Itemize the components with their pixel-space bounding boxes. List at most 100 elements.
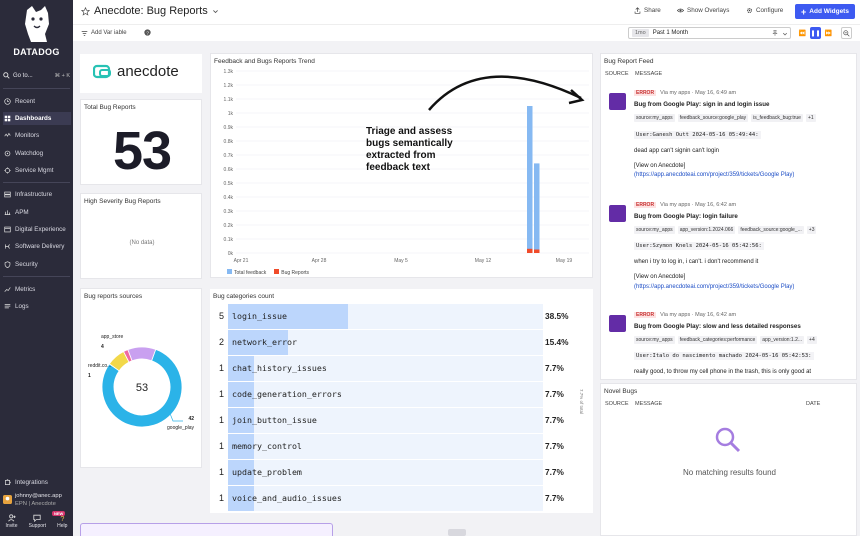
rewind-button[interactable]: ⏪ — [797, 27, 808, 39]
chart-legend: Total feedback Bug Reports — [227, 269, 309, 276]
goto-search[interactable]: Go to... ⌘ + K — [3, 70, 70, 81]
bug-reports-bar[interactable] — [527, 248, 533, 253]
y-tick-label: 0.4k — [224, 195, 234, 201]
help-button[interactable]: ? Help — [57, 514, 67, 536]
feed-item[interactable]: ERROR Via my apps · May 16, 6:42 am Bug f… — [609, 312, 854, 379]
total-feedback-bar[interactable] — [527, 106, 533, 253]
chevron-down-icon[interactable] — [212, 8, 219, 15]
sidebar-item-recent[interactable]: Recent — [3, 95, 71, 108]
category-row[interactable]: 1 voice_and_audio_issues 7.7% — [210, 486, 580, 512]
sidebar-item-label: Metrics — [15, 286, 36, 293]
more-tags[interactable]: +3 — [806, 226, 817, 234]
categories-widget[interactable]: Bug categories count 5 login_issue 38.5% 2 n… — [210, 289, 593, 513]
feed-item[interactable]: ERROR Via my apps · May 16, 6:42 am Bug f… — [609, 202, 854, 302]
x-tick-label: May 12 — [475, 258, 492, 264]
sidebar-item-watchdog[interactable]: Watchdog — [3, 147, 71, 160]
sidebar-item-digital-experience[interactable]: Digital Experience — [3, 223, 71, 236]
invite-button[interactable]: Invite — [6, 514, 17, 536]
total-feedback-bar[interactable] — [534, 163, 540, 253]
tag[interactable]: source:my_apps — [634, 336, 675, 344]
category-row[interactable]: 1 join_button_issue 7.7% — [210, 408, 580, 434]
tag[interactable]: app_version:1.2... — [760, 336, 805, 344]
category-row[interactable]: 2 network_error 15.4% — [210, 330, 580, 356]
time-range-picker[interactable]: 1mo Past 1 Month — [628, 27, 791, 39]
add-widgets-button[interactable]: + Add Widgets — [795, 4, 855, 19]
support-button[interactable]: Support — [28, 514, 47, 536]
sidebar-item-security[interactable]: Security — [3, 258, 71, 271]
total-bugs-value: 53 — [112, 121, 172, 181]
sidebar-item-label: APM — [15, 209, 29, 216]
trend-widget[interactable]: Feedback and Bugs Reports Trend 1.3k 1.2k… — [210, 53, 593, 278]
total-bugs-widget[interactable]: Total Bug Reports 53 — [80, 99, 202, 185]
feed-item-meta: Via my apps · May 16, 6:42 am — [660, 312, 737, 318]
view-link[interactable]: [View on Anecdote] — [634, 274, 685, 280]
add-variable-button[interactable]: Add Var iable — [81, 27, 127, 39]
dashboard-header: Anecdote: Bug Reports Share Show Overlay… — [73, 0, 860, 24]
pie-slice-other[interactable] — [127, 346, 157, 362]
category-name: update_problem — [232, 467, 302, 477]
main-area: Anecdote: Bug Reports Share Show Overlay… — [73, 0, 860, 536]
pause-button[interactable]: ❚❚ — [810, 27, 821, 39]
category-row[interactable]: 1 memory_control 7.7% — [210, 434, 580, 460]
configure-label: Configure — [756, 7, 784, 14]
category-row[interactable]: 1 code_generation_errors 7.7% — [210, 382, 580, 408]
category-row[interactable]: 1 chat_history_issues 7.7% — [210, 356, 580, 382]
category-row[interactable]: 5 login_issue 38.5% — [210, 304, 580, 330]
zoom-button[interactable] — [841, 27, 852, 39]
sources-widget[interactable]: Bug reports sources 53 app_store 4 reddit.c… — [80, 288, 202, 468]
sidebar-item-software-delivery[interactable]: Software Delivery — [3, 240, 71, 253]
sidebar-item-integrations[interactable]: Integrations — [3, 476, 71, 489]
sidebar-item-apm[interactable]: APM — [3, 206, 71, 219]
tag[interactable]: app_version:1.2024.066 — [677, 226, 736, 234]
sidebar-item-service-mgmt[interactable]: Service Mgmt — [3, 164, 71, 177]
chevron-down-icon[interactable] — [782, 31, 788, 37]
tag[interactable]: is_feedback_bug:true — [751, 114, 803, 122]
bug-feed-widget[interactable]: Bug Report Feed SOURCE MESSAGE ERROR Via … — [600, 53, 857, 380]
novel-bugs-widget[interactable]: Novel Bugs SOURCE MESSAGE DATE No matchi… — [600, 383, 857, 536]
ticket-link[interactable]: (https://app.anecdoteai.com/project/359/… — [634, 284, 794, 290]
category-row[interactable]: 1 update_problem 7.7% — [210, 460, 580, 486]
widget-title: Bug Report Feed — [604, 58, 654, 65]
watchdog-icon — [4, 150, 11, 157]
tag[interactable]: feedback_source:google_... — [738, 226, 804, 234]
help-icon[interactable]: ? — [144, 29, 151, 36]
show-overlays-label: Show Overlays — [687, 7, 730, 14]
dashboard-title[interactable]: Anecdote: Bug Reports — [81, 5, 219, 17]
view-link[interactable]: [View on Anecdote] — [634, 163, 685, 169]
bug-reports-bar[interactable] — [534, 249, 540, 254]
feed-item[interactable]: ERROR Via my apps · May 16, 6:49 am Bug f… — [609, 90, 854, 190]
star-icon[interactable] — [81, 6, 90, 16]
forward-button[interactable]: ⏩ — [823, 27, 834, 39]
tag[interactable]: feedback_source:google_play — [677, 114, 749, 122]
pin-icon[interactable] — [772, 30, 778, 36]
category-count: 5 — [219, 311, 225, 321]
share-button[interactable]: Share — [634, 7, 661, 14]
more-tags[interactable]: +1 — [805, 114, 816, 122]
tag[interactable]: source:my_apps — [634, 226, 675, 234]
feed-item-title: Bug from Google Play: login failure — [634, 213, 738, 220]
tag[interactable]: feedback_categories:performance — [677, 336, 758, 344]
user-menu[interactable]: johnny@anec.app EPN | Anecdote — [3, 492, 71, 508]
ticket-link[interactable]: (https://app.anecdoteai.com/project/359/… — [634, 172, 794, 178]
drag-handle-icon[interactable] — [448, 529, 466, 536]
sidebar-item-logs[interactable]: Logs — [3, 300, 71, 313]
show-overlays-button[interactable]: Show Overlays — [677, 7, 729, 14]
legend-item[interactable]: Total feedback — [227, 269, 266, 276]
datadog-logo[interactable]: DATADOG — [0, 4, 73, 57]
sidebar-item-dashboards[interactable]: Dashboards — [3, 112, 71, 125]
sidebar-item-infrastructure[interactable]: Infrastructure — [3, 188, 71, 201]
delivery-icon — [5, 244, 10, 249]
tag[interactable]: source:my_apps — [634, 114, 675, 122]
empty-state-text: No matching results found — [683, 468, 776, 477]
divider — [3, 182, 70, 183]
datadog-source-icon — [609, 93, 626, 110]
sidebar-item-monitors[interactable]: Monitors — [3, 129, 71, 142]
configure-button[interactable]: Configure — [746, 7, 783, 14]
legend-item[interactable]: Bug Reports — [274, 269, 309, 276]
more-tags[interactable]: +4 — [807, 336, 817, 344]
dashboard-icon — [4, 115, 11, 122]
sidebar-item-metrics[interactable]: Metrics — [3, 283, 71, 296]
y-tick-label: 1.3k — [224, 69, 234, 75]
support-label: Support — [28, 523, 47, 529]
high-severity-widget[interactable]: High Severity Bug Reports (No data) — [80, 193, 202, 279]
